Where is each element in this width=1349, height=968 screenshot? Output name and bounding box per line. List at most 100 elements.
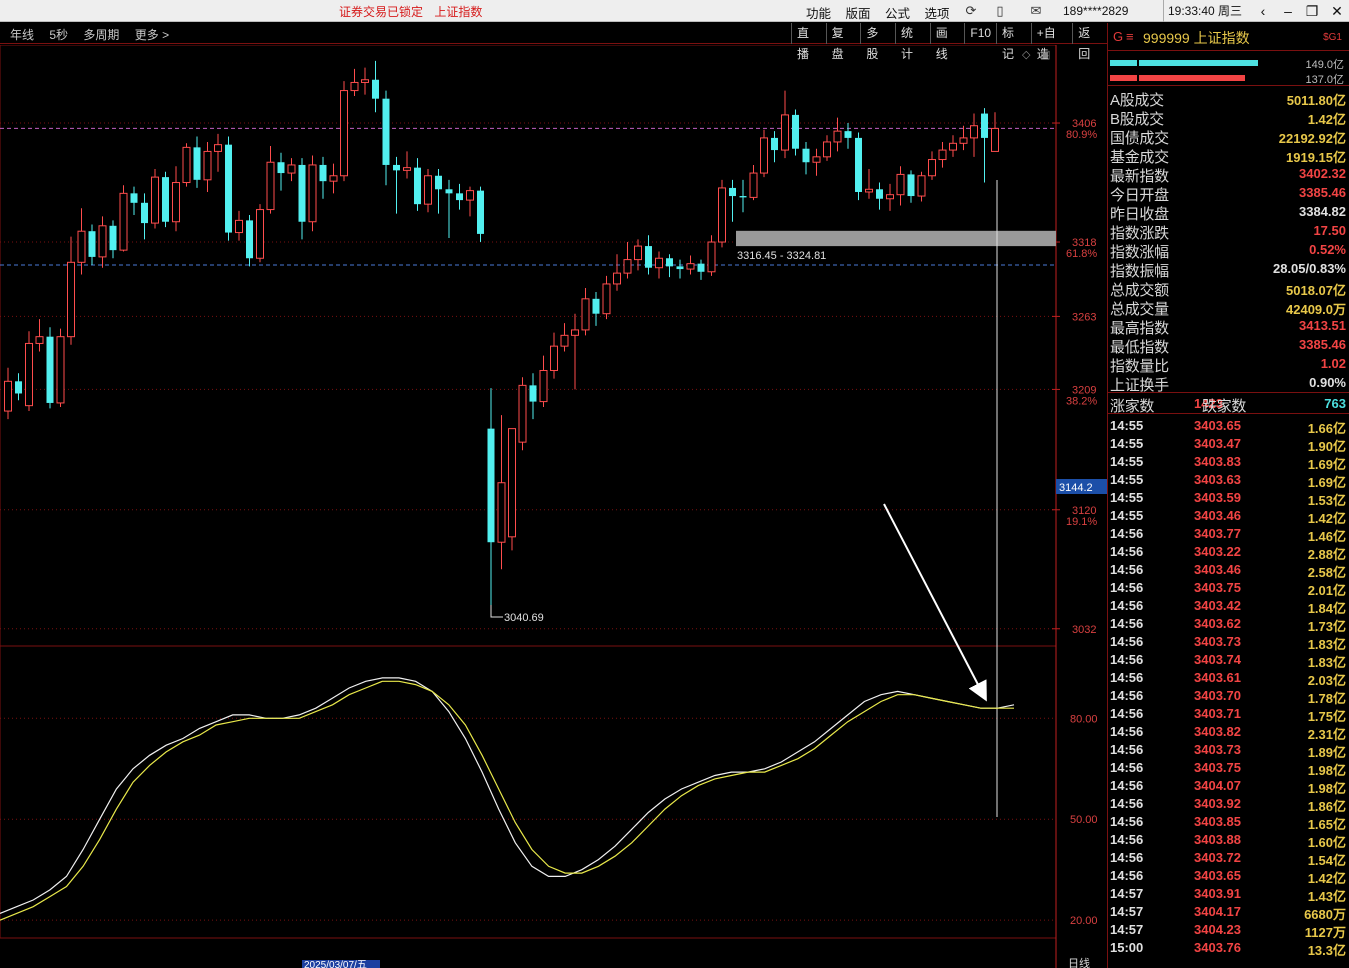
tick-row[interactable]: 14:56 3403.75 1.98亿 — [1108, 759, 1349, 778]
menu-formula[interactable]: 公式 — [885, 7, 910, 21]
candle-body-up — [424, 175, 432, 205]
add-watchlist-button[interactable]: +自选 — [1030, 23, 1073, 61]
tick-row[interactable]: 14:56 3403.62 1.73亿 — [1108, 615, 1349, 634]
candle-body-down — [319, 164, 327, 182]
tick-row[interactable]: 14:56 3403.75 2.01亿 — [1108, 579, 1349, 598]
tick-row[interactable]: 14:55 3403.46 1.42亿 — [1108, 507, 1349, 526]
tick-row[interactable]: 14:56 3403.61 2.03亿 — [1108, 669, 1349, 688]
tick-price: 3404.07 — [1194, 778, 1241, 793]
stats-button[interactable]: 统计 — [895, 23, 930, 61]
tick-row[interactable]: 14:55 3403.63 1.69亿 — [1108, 471, 1349, 490]
panel-toggle-icon[interactable]: ▣ — [1040, 49, 1050, 61]
multi-stock-button[interactable]: 多股 — [860, 23, 895, 61]
kline-chart[interactable]: 340680.9%331861.8%3263320938.2%312019.1%… — [0, 45, 1107, 968]
candle-body-up — [760, 137, 768, 174]
close-icon[interactable]: ✕ — [1327, 1, 1347, 21]
tick-price: 3403.42 — [1194, 598, 1241, 613]
tick-row[interactable]: 14:56 3403.82 2.31亿 — [1108, 723, 1349, 742]
candle-body-up — [539, 369, 548, 403]
back-icon[interactable]: ‹ — [1253, 1, 1273, 21]
decline-label: 跌家数 — [1202, 398, 1247, 415]
tick-row[interactable]: 14:56 3403.73 1.89亿 — [1108, 741, 1349, 760]
candle-body-up — [203, 150, 212, 181]
stat-row: 国债成交 22192.92亿 — [1108, 126, 1349, 147]
tick-row[interactable]: 15:00 3403.76 13.3亿 — [1108, 939, 1349, 958]
live-button[interactable]: 直播 — [791, 23, 826, 61]
fib-pct-label: 80.9% — [1066, 129, 1097, 141]
tick-row[interactable]: 14:56 3403.72 1.54亿 — [1108, 849, 1349, 868]
mail-icon[interactable]: ✉ — [1027, 2, 1045, 20]
tick-row[interactable]: 14:56 3403.42 1.84亿 — [1108, 597, 1349, 616]
advance-label: 涨家数 — [1110, 398, 1155, 415]
fib-pct-label: 38.2% — [1066, 395, 1097, 407]
tick-row[interactable]: 14:57 3403.91 1.43亿 — [1108, 885, 1349, 904]
tick-row[interactable]: 14:56 3403.73 1.83亿 — [1108, 633, 1349, 652]
menu-options[interactable]: 选项 — [925, 7, 950, 21]
tick-time: 14:56 — [1110, 526, 1144, 541]
replay-button[interactable]: 复盘 — [825, 23, 861, 61]
period-label[interactable]: 日线 — [1068, 956, 1090, 968]
candle-body-down — [592, 298, 600, 314]
period-multi[interactable]: 多周期 — [83, 28, 119, 42]
candle-body-down — [645, 246, 652, 268]
lock-notice[interactable]: 证券交易已锁定 上证指数 — [339, 3, 490, 20]
tick-time: 14:55 — [1110, 436, 1144, 451]
tick-row[interactable]: 14:56 3403.46 2.58亿 — [1108, 561, 1349, 580]
tick-price: 3403.73 — [1194, 742, 1241, 757]
candle-body-down — [277, 162, 285, 174]
tick-row[interactable]: 14:55 3403.83 1.69亿 — [1108, 453, 1349, 472]
candle-body-down — [130, 193, 138, 203]
minimize-icon[interactable]: – — [1278, 1, 1298, 21]
user-account[interactable]: 189****2829 — [1063, 4, 1128, 18]
tick-row[interactable]: 14:56 3403.71 1.75亿 — [1108, 705, 1349, 724]
candles — [4, 60, 999, 617]
market-badge: G — [1113, 29, 1124, 44]
tick-row[interactable]: 14:55 3403.65 1.66亿 — [1108, 417, 1349, 436]
tick-row[interactable]: 14:56 3403.88 1.60亿 — [1108, 831, 1349, 850]
return-button[interactable]: 返回 — [1072, 23, 1107, 61]
menu-layout[interactable]: 版面 — [846, 7, 871, 21]
stat-row: 最低指数 3385.46 — [1108, 335, 1349, 356]
f10-button[interactable]: F10 — [964, 23, 996, 44]
indicator-tick-label: 50.00 — [1070, 814, 1098, 826]
mark-button[interactable]: 标记 — [996, 23, 1031, 61]
menu-function[interactable]: 功能 — [806, 7, 831, 21]
tick-row[interactable]: 14:57 3404.17 6680万 — [1108, 903, 1349, 922]
tick-row[interactable]: 14:56 3403.85 1.65亿 — [1108, 813, 1349, 832]
candle-body-up — [119, 192, 128, 251]
stat-row: 今日开盘 3385.46 — [1108, 183, 1349, 204]
tick-row[interactable]: 14:56 3403.74 1.83亿 — [1108, 651, 1349, 670]
tick-row[interactable]: 14:56 3403.22 2.88亿 — [1108, 543, 1349, 562]
period-year[interactable]: 年线 — [10, 28, 34, 42]
tick-row[interactable]: 14:56 3403.70 1.78亿 — [1108, 687, 1349, 706]
tick-row[interactable]: 14:55 3403.47 1.90亿 — [1108, 435, 1349, 454]
period-5s[interactable]: 5秒 — [49, 28, 68, 42]
clock: 19:33:40 周三 — [1163, 0, 1245, 22]
tick-row[interactable]: 14:56 3404.07 1.98亿 — [1108, 777, 1349, 796]
flow-value: 137.0亿 — [1305, 74, 1344, 86]
security-code[interactable]: 999999 上证指数 — [1143, 28, 1250, 48]
tick-row[interactable]: 14:56 3403.92 1.86亿 — [1108, 795, 1349, 814]
candle-body-down — [193, 147, 201, 180]
candle-body-down — [855, 137, 862, 192]
candle-body-up — [403, 167, 411, 171]
period-more[interactable]: 更多 > — [135, 28, 169, 42]
candle-body-down — [393, 164, 400, 171]
fib-pct-label: 19.1% — [1066, 516, 1097, 528]
tick-list[interactable]: 14:55 3403.65 1.66亿 14:55 3403.47 1.90亿 14:55 3… — [1108, 414, 1349, 958]
tick-row[interactable]: 14:55 3403.59 1.53亿 — [1108, 489, 1349, 508]
draw-line-button[interactable]: 画线 — [929, 23, 965, 61]
hamburger-icon[interactable]: ≡ — [1126, 29, 1134, 44]
phone-icon[interactable]: ▯ — [991, 2, 1009, 20]
tick-price: 3404.23 — [1194, 922, 1241, 937]
diamond-icon[interactable]: ◇ — [1022, 49, 1031, 61]
tick-row[interactable]: 14:56 3403.65 1.42亿 — [1108, 867, 1349, 886]
restore-icon[interactable]: ❐ — [1302, 1, 1322, 21]
candle-body-up — [497, 482, 506, 543]
stat-row: 最新指数 3402.32 — [1108, 164, 1349, 185]
stat-row: 总成交额 5018.07亿 — [1108, 278, 1349, 299]
refresh-icon[interactable]: ⟳ — [962, 2, 980, 20]
tick-row[interactable]: 14:56 3403.77 1.46亿 — [1108, 525, 1349, 544]
tick-row[interactable]: 14:57 3404.23 1127万 — [1108, 921, 1349, 940]
candle-body-up — [623, 259, 632, 274]
